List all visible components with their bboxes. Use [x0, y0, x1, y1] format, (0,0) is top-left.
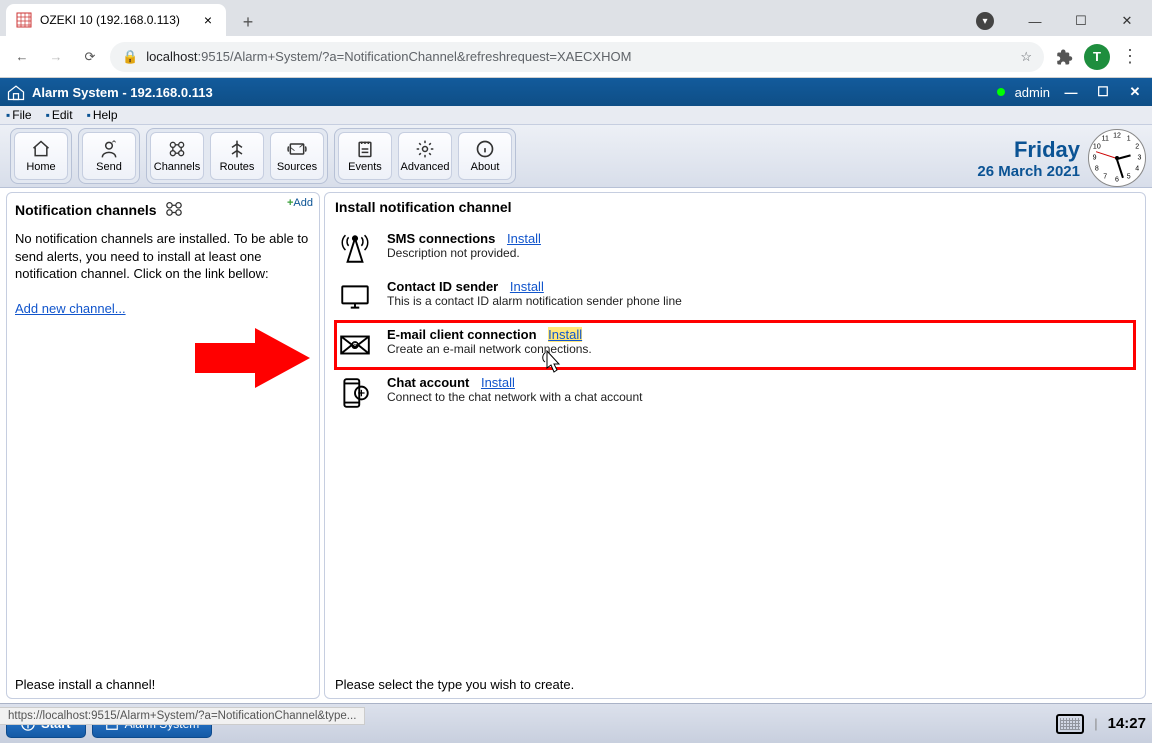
nav-back-button[interactable]: ←	[8, 43, 36, 71]
browser-menu-icon[interactable]: ⋮	[1116, 46, 1144, 67]
analog-clock-icon: 12 3 6 9 1 2 4 5 7 8 10 11	[1088, 129, 1146, 187]
lock-icon: 🔒	[122, 49, 138, 65]
tab-close-icon[interactable]: ×	[200, 12, 216, 28]
keyboard-icon[interactable]	[1056, 714, 1084, 734]
toolbar-events-button[interactable]: Events	[338, 132, 392, 180]
window-close-button[interactable]: ✕	[1104, 6, 1150, 36]
toolbar-about-button[interactable]: About	[458, 132, 512, 180]
new-tab-button[interactable]: +	[234, 8, 262, 36]
toolbar: Home Send Channels Routes Sources Events…	[0, 124, 1152, 188]
url-host: localhost	[146, 49, 197, 64]
tab-title: OZEKI 10 (192.168.0.113)	[40, 13, 180, 27]
antenna-icon	[337, 231, 373, 267]
extensions-icon[interactable]	[1050, 43, 1078, 71]
toolbar-home-button[interactable]: Home	[14, 132, 68, 180]
channel-row-email: @ E-mail client connection Install Creat…	[335, 321, 1135, 369]
sidebar-panel: Notification channels +Add No notificati…	[6, 192, 320, 699]
app-title: Alarm System - 192.168.0.113	[32, 85, 213, 100]
app-header: Alarm System - 192.168.0.113 admin — ☐ ✕	[0, 78, 1152, 106]
channel-desc: Description not provided.	[387, 246, 541, 260]
monitor-icon	[337, 279, 373, 315]
sidebar-footer: Please install a channel!	[15, 669, 311, 692]
channel-row-sms: SMS connections Install Description not …	[335, 225, 1135, 273]
url-path: :9515/Alarm+System/?a=NotificationChanne…	[198, 49, 632, 64]
content-area: Notification channels +Add No notificati…	[0, 188, 1152, 703]
sidebar-title: Notification channels	[15, 202, 157, 218]
status-url-bar: https://localhost:9515/Alarm+System/?a=N…	[0, 707, 365, 725]
app-minimize-button[interactable]: —	[1060, 82, 1082, 102]
menu-bar: ▪File ▪Edit ▪Help	[0, 106, 1152, 124]
taskbar-time: 14:27	[1108, 715, 1146, 732]
app-logo-icon	[6, 83, 26, 101]
channel-name: Contact ID sender	[387, 279, 498, 294]
sidebar-body-text: No notification channels are installed. …	[15, 230, 311, 283]
toolbar-sources-button[interactable]: Sources	[270, 132, 324, 180]
user-label[interactable]: admin	[1015, 85, 1050, 100]
channel-name: SMS connections	[387, 231, 495, 246]
install-link-email[interactable]: Install	[548, 327, 582, 342]
chrome-account-dropdown-icon[interactable]: ▾	[976, 12, 994, 30]
phone-chat-icon	[337, 375, 373, 411]
install-link-sms[interactable]: Install	[507, 231, 541, 246]
channel-row-contactid: Contact ID sender Install This is a cont…	[335, 273, 1135, 321]
sidebar-add-link[interactable]: +Add	[287, 197, 313, 209]
browser-chrome: OZEKI 10 (192.168.0.113) × + ▾ — ☐ ✕ ← →…	[0, 0, 1152, 78]
svg-text:@: @	[351, 341, 359, 350]
toolbar-advanced-button[interactable]: Advanced	[398, 132, 452, 180]
app-maximize-button[interactable]: ☐	[1092, 82, 1114, 102]
app-close-button[interactable]: ✕	[1124, 82, 1146, 102]
nav-forward-button: →	[42, 43, 70, 71]
toolbar-routes-button[interactable]: Routes	[210, 132, 264, 180]
main-title: Install notification channel	[335, 199, 1135, 215]
address-bar-row: ← → ⟳ 🔒 localhost:9515/Alarm+System/?a=N…	[0, 36, 1152, 77]
browser-tab[interactable]: OZEKI 10 (192.168.0.113) ×	[6, 4, 226, 36]
install-link-contactid[interactable]: Install	[510, 279, 544, 294]
date-full: 26 March 2021	[977, 163, 1080, 180]
menu-file[interactable]: ▪File	[6, 108, 32, 122]
menu-help[interactable]: ▪Help	[87, 108, 118, 122]
channel-row-chat: Chat account Install Connect to the chat…	[335, 369, 1135, 417]
install-link-chat[interactable]: Install	[481, 375, 515, 390]
main-footer: Please select the type you wish to creat…	[335, 669, 1135, 692]
channel-desc: Connect to the chat network with a chat …	[387, 390, 642, 404]
profile-avatar[interactable]: T	[1084, 44, 1110, 70]
toolbar-send-button[interactable]: Send	[82, 132, 136, 180]
menu-edit[interactable]: ▪Edit	[46, 108, 73, 122]
main-panel: Install notification channel SMS connect…	[324, 192, 1146, 699]
date-day: Friday	[977, 137, 1080, 163]
channel-name: E-mail client connection	[387, 327, 537, 342]
bookmark-star-icon[interactable]: ☆	[1020, 49, 1032, 65]
channels-head-icon	[163, 199, 185, 220]
window-maximize-button[interactable]: ☐	[1058, 6, 1104, 36]
clock-date: Friday 26 March 2021 12 3 6 9 1 2 4 5 7 …	[977, 129, 1146, 187]
nav-reload-button[interactable]: ⟳	[76, 43, 104, 71]
channel-name: Chat account	[387, 375, 469, 390]
envelope-icon: @	[337, 327, 373, 363]
add-new-channel-link[interactable]: Add new channel...	[15, 301, 126, 316]
channel-desc: Create an e-mail network connections.	[387, 342, 592, 356]
favicon	[16, 12, 32, 28]
url-input[interactable]: 🔒 localhost:9515/Alarm+System/?a=Notific…	[110, 42, 1044, 72]
tab-strip: OZEKI 10 (192.168.0.113) × + ▾ — ☐ ✕	[0, 0, 1152, 36]
channel-desc: This is a contact ID alarm notification …	[387, 294, 682, 308]
status-dot-icon	[997, 88, 1005, 96]
window-minimize-button[interactable]: —	[1012, 6, 1058, 36]
toolbar-channels-button[interactable]: Channels	[150, 132, 204, 180]
